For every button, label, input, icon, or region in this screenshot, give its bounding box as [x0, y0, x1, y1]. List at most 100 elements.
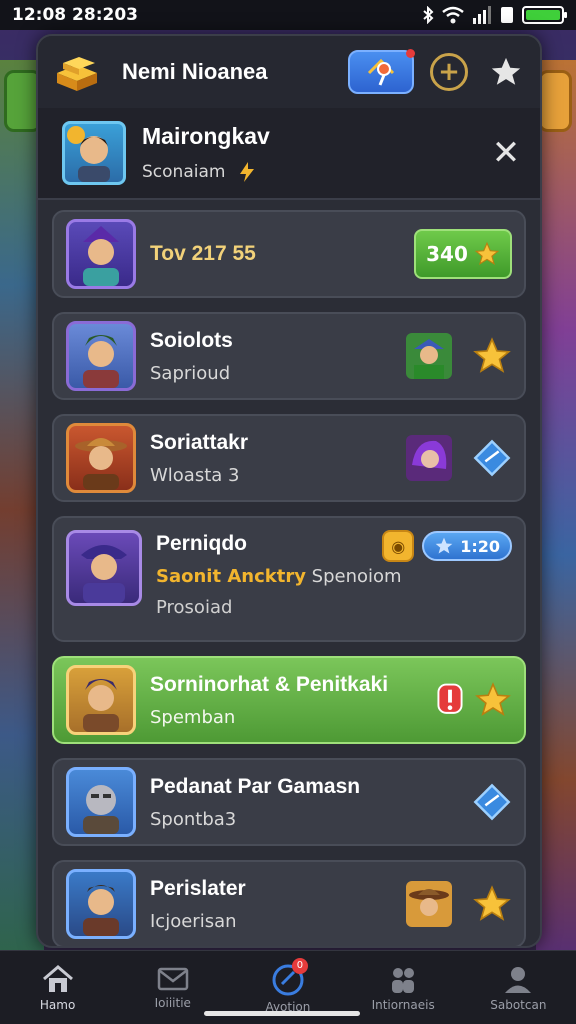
level-value: 340 — [426, 242, 468, 266]
player-avatar — [66, 767, 136, 837]
gem-icon[interactable] — [472, 782, 512, 822]
status-bar: 12:08 28:203 — [0, 0, 576, 30]
nav-item-home[interactable]: Hamo — [8, 964, 108, 1012]
list-item-title: Perislater — [150, 876, 246, 900]
list-item-text: Soriattakr Wloasta 3 — [150, 431, 406, 486]
nav-item-friends[interactable]: Intiornaeis — [353, 964, 453, 1012]
star-icon[interactable] — [474, 681, 512, 719]
list-item-title: Tov 217 55 — [150, 242, 256, 265]
list-item-text: Pedanat Par Gamasn Spontba3 — [150, 775, 472, 830]
profile-subtitle: Sconaiam — [142, 161, 226, 182]
list-item-subtitle-rest: Spenoiom — [311, 566, 402, 587]
list-item-subtitle: Spemban — [150, 706, 236, 728]
status-icons — [422, 6, 567, 24]
home-icon — [42, 964, 73, 992]
star-icon — [491, 57, 521, 85]
list-item-subtitle: Wloasta 3 — [150, 464, 240, 486]
player-avatar — [66, 423, 136, 493]
panel-title: Nemi Nioanea — [122, 59, 268, 84]
list-item-trail — [472, 884, 512, 924]
player-avatar — [66, 530, 142, 606]
notification-badge: 0 — [291, 957, 308, 974]
list-item-subtitle: Saonit Ancktry Spenoiom — [156, 566, 512, 587]
star-icon[interactable] — [472, 884, 512, 924]
player-avatar — [66, 321, 136, 391]
gem-icon[interactable] — [472, 438, 512, 478]
list-item-title: Soriattakr — [150, 430, 249, 454]
list-item-trail: ◉ 1:20 — [382, 530, 512, 562]
profile-card[interactable]: Mairongkav Sconaiam ✕ — [38, 108, 540, 200]
list-item-title: Sorninorhat & Penitkaki — [150, 672, 389, 696]
list-item[interactable]: Soriattakr Wloasta 3 — [52, 414, 526, 502]
nav-item-profile[interactable]: Sabotcan — [468, 964, 568, 1012]
gold-bars-logo-icon — [50, 50, 104, 94]
list-item[interactable]: Tov 217 55 340 — [52, 210, 526, 298]
player-list: Tov 217 55 340 Soiolots Saprioud Soriatt… — [38, 200, 540, 946]
list-item-subtitle-highlight: Saonit Ancktry — [156, 566, 306, 587]
leaderboard-panel: Nemi Nioanea + Mairongkav Sconaiam ✕ Tov… — [36, 34, 542, 948]
list-item[interactable]: Pedanat Par Gamasn Spontba3 — [52, 758, 526, 846]
list-item[interactable]: Soiolots Saprioud — [52, 312, 526, 400]
battery-icon — [522, 6, 567, 24]
mail-icon — [157, 967, 189, 990]
favorites-button[interactable] — [484, 50, 528, 94]
list-item-text: Soiolots Saprioud — [150, 329, 406, 384]
panel-header: Nemi Nioanea + — [38, 36, 540, 108]
add-button[interactable]: + — [430, 53, 468, 91]
alert-icon[interactable] — [434, 682, 466, 718]
level-badge[interactable]: 340 — [414, 229, 512, 279]
coin-icon[interactable]: ◉ — [382, 530, 415, 562]
list-item-trail — [434, 681, 512, 719]
bottom-nav: Hamo Ioiiitie 0 Ayotion Intiornaeis Sabo… — [0, 950, 576, 1024]
list-item[interactable]: Perniqdo Saonit Ancktry Spenoiom Prosoia… — [52, 516, 526, 642]
companion-avatar — [406, 333, 452, 379]
companion-avatar — [406, 435, 452, 481]
profile-icon — [505, 966, 532, 993]
list-item-current-player[interactable]: Sorninorhat & Penitkaki Spemban — [52, 656, 526, 744]
people-icon — [392, 967, 415, 993]
profile-info: Mairongkav Sconaiam — [142, 123, 486, 184]
map-pin-icon — [367, 58, 395, 86]
battery-level — [526, 10, 560, 20]
map-button[interactable] — [348, 49, 415, 94]
list-item[interactable]: Perislater Icjoerisan — [52, 860, 526, 946]
player-avatar — [66, 869, 136, 939]
close-icon: ✕ — [491, 133, 521, 173]
list-item-text: Tov 217 55 — [150, 242, 414, 266]
lightning-icon — [240, 161, 255, 182]
companion-avatar — [406, 881, 452, 927]
list-item-trail — [472, 438, 512, 478]
bluetooth-icon — [423, 6, 434, 24]
list-item-trail — [472, 782, 512, 822]
background-plus-tile — [538, 70, 572, 132]
list-item-text: Perislater Icjoerisan — [150, 877, 406, 932]
player-avatar — [66, 219, 136, 289]
profile-subtitle-row: Sconaiam — [142, 160, 486, 184]
list-item-subtitle: Icjoerisan — [150, 910, 237, 932]
nav-label: Hamo — [39, 997, 76, 1012]
map-notification-dot — [406, 49, 415, 58]
nav-item-action[interactable]: 0 Ayotion — [238, 957, 338, 1014]
score-badge[interactable]: 1:20 — [422, 531, 512, 561]
star-icon — [435, 537, 453, 554]
list-item-title: Pedanat Par Gamasn — [150, 774, 361, 798]
signal-icon — [473, 6, 491, 24]
status-time: 12:08 28:203 — [12, 5, 138, 25]
list-item-trail — [472, 336, 512, 376]
star-icon[interactable] — [472, 336, 512, 376]
nav-item-mail[interactable]: Ioiiitie — [123, 966, 223, 1010]
star-icon — [474, 241, 500, 265]
list-item-trail: 340 — [414, 229, 512, 279]
plus-icon: + — [438, 57, 460, 87]
home-indicator[interactable] — [204, 1011, 360, 1016]
nav-label: Ioiiitie — [154, 995, 191, 1010]
list-item-subtitle: Spontba3 — [150, 808, 237, 830]
profile-name: Mairongkav — [142, 122, 270, 149]
list-item-subtitle: Saprioud — [150, 362, 231, 384]
nav-label: Sabotcan — [490, 997, 547, 1012]
list-item-text: Sorninorhat & Penitkaki Spemban — [150, 673, 434, 728]
background-right-art — [536, 60, 576, 960]
close-button[interactable]: ✕ — [486, 133, 526, 173]
nav-label: Intiornaeis — [371, 997, 435, 1012]
player-avatar — [66, 665, 136, 735]
